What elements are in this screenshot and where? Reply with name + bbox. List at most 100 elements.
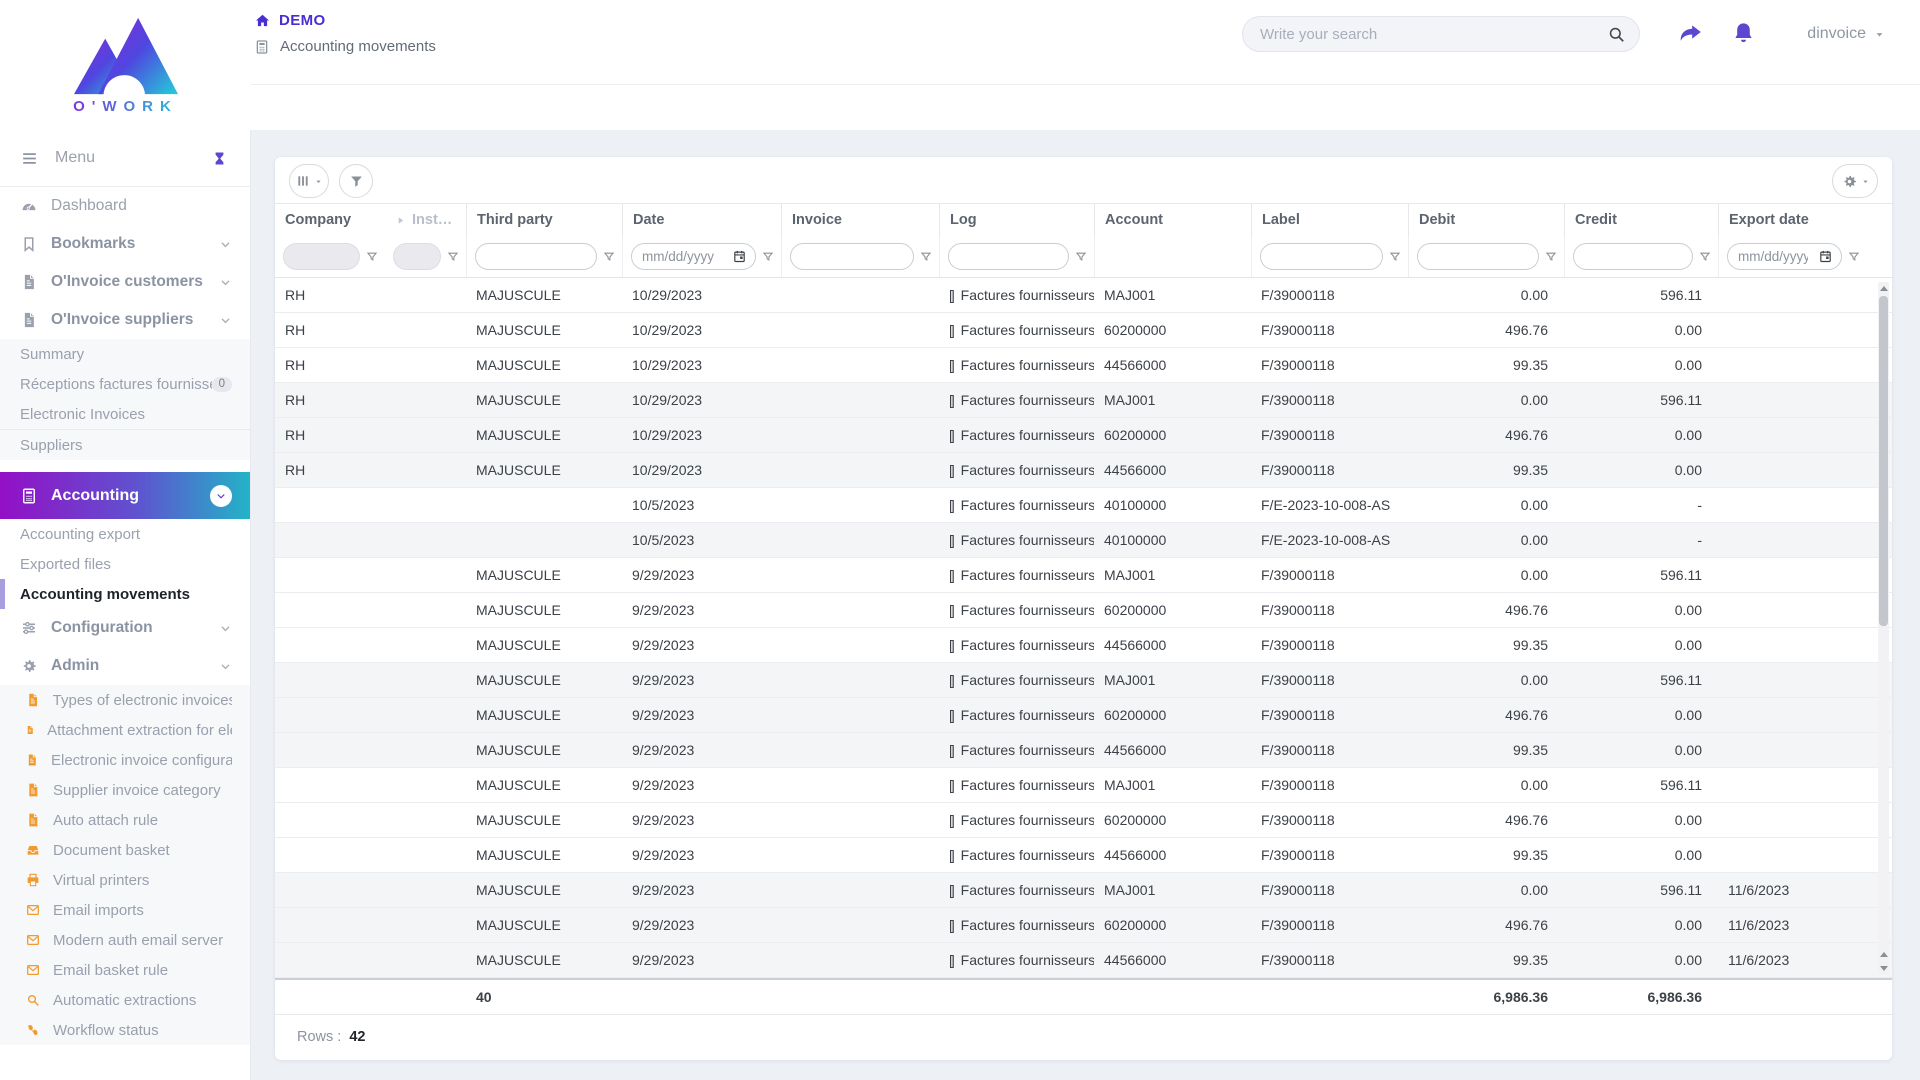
- hamburger-icon[interactable]: [20, 149, 39, 168]
- column-header-date[interactable]: Date: [622, 204, 781, 236]
- cell-account: 60200000: [1104, 917, 1167, 933]
- sidebar-item-auto-attach-rule[interactable]: Auto attach rule: [0, 805, 250, 835]
- filter-toggle-button[interactable]: [339, 164, 373, 198]
- column-header-export_date[interactable]: Export date: [1718, 204, 1867, 236]
- column-chooser-button[interactable]: [289, 164, 329, 198]
- sidebar-item-workflow-status[interactable]: Workflow status: [0, 1015, 250, 1045]
- table-row[interactable]: MAJUSCULE 9/29/2023 [] Factures fournisseu…: [275, 873, 1892, 908]
- table-row[interactable]: 10/5/2023 [] Factures fournisseurs 4010000…: [275, 523, 1892, 558]
- scroll-step-up-button[interactable]: [1878, 948, 1889, 960]
- table-row[interactable]: MAJUSCULE 9/29/2023 [] Factures fournisseu…: [275, 558, 1892, 593]
- sidebar-item-summary[interactable]: Summary: [0, 339, 250, 369]
- sidebar-item-accounting-movements[interactable]: Accounting movements: [0, 579, 250, 609]
- table-row[interactable]: MAJUSCULE 9/29/2023 [] Factures fournisseu…: [275, 768, 1892, 803]
- table-settings-button[interactable]: [1832, 164, 1878, 198]
- sidebar-item-email-basket-rule[interactable]: Email basket rule: [0, 955, 250, 985]
- filter-input-field-label[interactable]: [1261, 249, 1382, 264]
- column-header-third_party[interactable]: Third party: [466, 204, 622, 236]
- sidebar-item-o-invoice-customers[interactable]: O'Invoice customers: [0, 263, 250, 301]
- table-row[interactable]: MAJUSCULE 9/29/2023 [] Factures fournisseu…: [275, 733, 1892, 768]
- column-group-expander-icon[interactable]: [395, 215, 406, 226]
- sidebar-item-o-invoice-suppliers[interactable]: O'Invoice suppliers: [0, 301, 250, 339]
- sidebar-item-accounting-export[interactable]: Accounting export: [0, 519, 250, 549]
- cell-date: 10/29/2023: [632, 462, 703, 478]
- sidebar-item-email-imports[interactable]: Email imports: [0, 895, 250, 925]
- share-arrow-icon[interactable]: [1676, 20, 1706, 48]
- filter-input-field-export_date[interactable]: [1728, 249, 1818, 264]
- table-row[interactable]: MAJUSCULE 9/29/2023 [] Factures fournisseu…: [275, 803, 1892, 838]
- search-icon[interactable]: [1607, 25, 1626, 44]
- table-row[interactable]: MAJUSCULE 9/29/2023 [] Factures fournisseu…: [275, 663, 1892, 698]
- breadcrumb-home[interactable]: DEMO: [254, 12, 436, 29]
- sidebar-item-r-ceptions-factures-fournisseurs[interactable]: Réceptions factures fournisseurs0: [0, 369, 250, 399]
- cell-label: F/39000118: [1261, 427, 1335, 443]
- filter-input-field-debit[interactable]: [1418, 249, 1538, 264]
- filter-funnel-icon[interactable]: [446, 250, 460, 264]
- column-header-institution[interactable]: Institu...: [385, 204, 466, 236]
- sidebar-item-dashboard[interactable]: Dashboard: [0, 187, 250, 225]
- sidebar-item-admin[interactable]: Admin: [0, 647, 250, 685]
- scroll-down-button[interactable]: [1878, 962, 1889, 974]
- sidebar-item-configuration[interactable]: Configuration: [0, 609, 250, 647]
- filter-funnel-icon[interactable]: [1847, 250, 1861, 264]
- sidebar-item-modern-auth-email-server[interactable]: Modern auth email server: [0, 925, 250, 955]
- filter-input-field-third_party[interactable]: [476, 249, 596, 264]
- column-header-account[interactable]: Account: [1094, 204, 1251, 236]
- column-header-log[interactable]: Log: [939, 204, 1094, 236]
- table-row[interactable]: RH MAJUSCULE 10/29/2023 [] Factures fournis…: [275, 383, 1892, 418]
- table-row[interactable]: RH MAJUSCULE 10/29/2023 [] Factures fournis…: [275, 453, 1892, 488]
- filter-input-field-log[interactable]: [949, 249, 1068, 264]
- sidebar-item-accounting[interactable]: Accounting: [0, 472, 250, 519]
- sidebar-item-bookmarks[interactable]: Bookmarks: [0, 225, 250, 263]
- filter-funnel-icon[interactable]: [1544, 250, 1558, 264]
- filter-funnel-icon[interactable]: [1388, 250, 1402, 264]
- filter-funnel-icon[interactable]: [1698, 250, 1712, 264]
- table-row[interactable]: RH MAJUSCULE 10/29/2023 [] Factures fournis…: [275, 278, 1892, 313]
- filter-input-field-invoice[interactable]: [791, 249, 913, 264]
- filter-funnel-icon[interactable]: [761, 250, 775, 264]
- sidebar-item-virtual-printers[interactable]: Virtual printers: [0, 865, 250, 895]
- filter-funnel-icon[interactable]: [365, 250, 379, 264]
- bell-icon[interactable]: [1730, 20, 1757, 47]
- calendar-icon[interactable]: [1818, 249, 1833, 264]
- calendar-icon[interactable]: [732, 249, 747, 264]
- column-header-credit[interactable]: Credit: [1564, 204, 1718, 236]
- sidebar-item-attachment-extraction-for-electronic-invoices[interactable]: Attachment extraction for electronic inv…: [0, 715, 250, 745]
- table-row[interactable]: RH MAJUSCULE 10/29/2023 [] Factures fournis…: [275, 313, 1892, 348]
- table-row[interactable]: MAJUSCULE 9/29/2023 [] Factures fournisseu…: [275, 838, 1892, 873]
- filter-input-field-credit[interactable]: [1574, 249, 1692, 264]
- scroll-up-button[interactable]: [1878, 282, 1889, 294]
- filter-input-field-date[interactable]: [632, 249, 732, 264]
- sidebar-item-types-of-electronic-invoices[interactable]: Types of electronic invoices: [0, 685, 250, 715]
- column-header-debit[interactable]: Debit: [1408, 204, 1564, 236]
- table-row[interactable]: MAJUSCULE 9/29/2023 [] Factures fournisseu…: [275, 628, 1892, 663]
- filter-funnel-icon[interactable]: [919, 250, 933, 264]
- sidebar-item-suppliers[interactable]: Suppliers: [0, 430, 250, 460]
- table-row[interactable]: RH MAJUSCULE 10/29/2023 [] Factures fournis…: [275, 418, 1892, 453]
- sidebar-item-exported-files[interactable]: Exported files: [0, 549, 250, 579]
- column-header-invoice[interactable]: Invoice: [781, 204, 939, 236]
- table-row[interactable]: MAJUSCULE 9/29/2023 [] Factures fournisseu…: [275, 943, 1892, 978]
- filter-funnel-icon[interactable]: [602, 250, 616, 264]
- column-header-label[interactable]: Label: [1251, 204, 1408, 236]
- hourglass-icon[interactable]: [211, 150, 228, 167]
- filter-funnel-icon[interactable]: [1074, 250, 1088, 264]
- sidebar-item-electronic-invoices[interactable]: Electronic Invoices: [0, 399, 250, 429]
- table-row[interactable]: 10/5/2023 [] Factures fournisseurs 4010000…: [275, 488, 1892, 523]
- table-row[interactable]: RH MAJUSCULE 10/29/2023 [] Factures fournis…: [275, 348, 1892, 383]
- table-row[interactable]: MAJUSCULE 9/29/2023 [] Factures fournisseu…: [275, 698, 1892, 733]
- table-scrollbar[interactable]: [1878, 282, 1889, 974]
- cell-credit: 596.11: [1660, 672, 1702, 688]
- sidebar-item-automatic-extractions[interactable]: Automatic extractions: [0, 985, 250, 1015]
- missing-glyph-box: []: [949, 602, 955, 618]
- app-logo[interactable]: O'WORK: [0, 0, 251, 130]
- column-header-company[interactable]: Company: [275, 204, 385, 236]
- sidebar-item-supplier-invoice-category[interactable]: Supplier invoice category: [0, 775, 250, 805]
- sidebar-item-document-basket[interactable]: Document basket: [0, 835, 250, 865]
- table-row[interactable]: MAJUSCULE 9/29/2023 [] Factures fournisseu…: [275, 908, 1892, 943]
- user-menu[interactable]: dinvoice: [1807, 25, 1886, 43]
- table-row[interactable]: MAJUSCULE 9/29/2023 [] Factures fournisseu…: [275, 593, 1892, 628]
- sidebar-item-electronic-invoice-configuration[interactable]: Electronic invoice configuration: [0, 745, 250, 775]
- scrollbar-thumb[interactable]: [1879, 296, 1888, 626]
- search-input[interactable]: [1243, 25, 1607, 43]
